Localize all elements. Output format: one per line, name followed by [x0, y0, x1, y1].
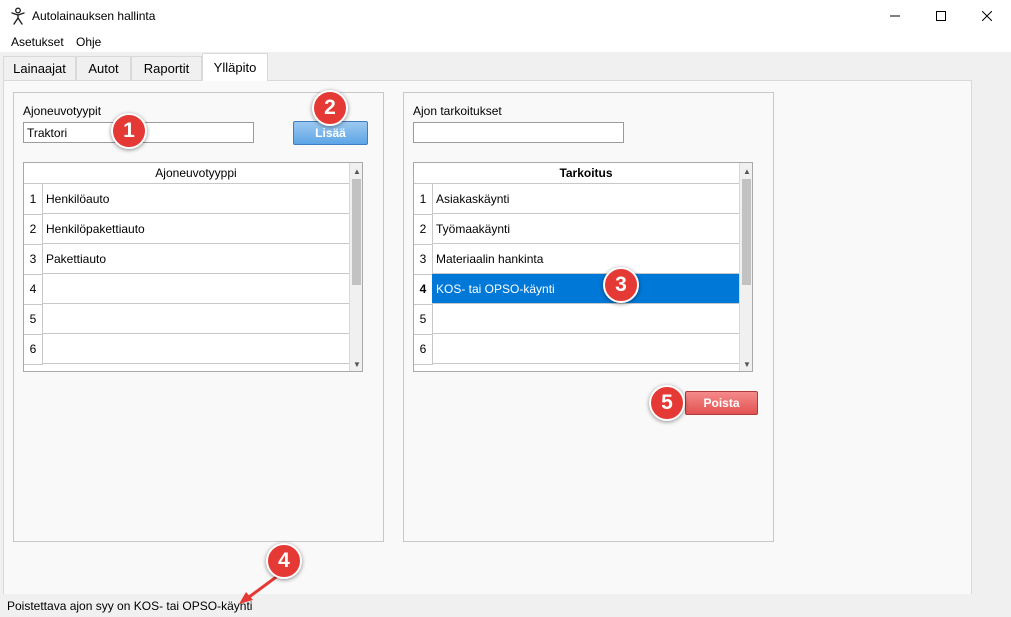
vertical-scrollbar[interactable]: ▲ ▼: [349, 163, 362, 371]
annotation-marker-4: 4: [266, 543, 302, 579]
minimize-button[interactable]: [872, 0, 918, 32]
row-number: 5: [414, 304, 433, 335]
grid-column-header[interactable]: Tarkoitus: [432, 163, 740, 184]
table-row[interactable]: 2 Henkilöpakettiauto: [24, 214, 350, 245]
scroll-down-icon[interactable]: ▼: [740, 357, 752, 371]
row-number: 6: [414, 334, 433, 365]
table-row[interactable]: 1 Asiakaskäynti: [414, 184, 740, 215]
table-row[interactable]: 6: [414, 334, 740, 365]
remove-button[interactable]: Poista: [685, 391, 758, 415]
table-cell[interactable]: Materiaalin hankinta: [432, 244, 740, 274]
row-number: 4: [414, 274, 433, 305]
table-row[interactable]: 3 Materiaalin hankinta: [414, 244, 740, 275]
tab-cars[interactable]: Autot: [76, 56, 131, 80]
table-cell[interactable]: Henkilöpakettiauto: [42, 214, 350, 244]
table-row[interactable]: 4: [24, 274, 350, 305]
tab-reports[interactable]: Raportit: [131, 56, 202, 80]
trip-purpose-input[interactable]: [413, 122, 624, 143]
scroll-down-icon[interactable]: ▼: [350, 357, 362, 371]
annotation-marker-5: 5: [649, 385, 685, 421]
table-row[interactable]: 5: [414, 304, 740, 335]
window-title: Autolainauksen hallinta: [32, 9, 156, 23]
scroll-thumb[interactable]: [352, 179, 361, 285]
annotation-marker-2: 2: [312, 90, 348, 126]
row-number: 5: [24, 304, 43, 335]
row-number: 6: [24, 334, 43, 365]
close-button[interactable]: [964, 0, 1010, 32]
grid-column-header[interactable]: Ajoneuvotyyppi: [42, 163, 350, 184]
vehicle-types-label: Ajoneuvotyypit: [23, 104, 102, 118]
maximize-icon: [936, 11, 946, 21]
scroll-up-icon[interactable]: ▲: [740, 164, 752, 178]
row-number: 3: [414, 244, 433, 275]
table-cell[interactable]: Työmaakäynti: [432, 214, 740, 244]
table-cell[interactable]: Henkilöauto: [42, 184, 350, 214]
table-cell[interactable]: Asiakaskäynti: [432, 184, 740, 214]
vertical-scrollbar[interactable]: ▲ ▼: [739, 163, 752, 371]
table-cell[interactable]: [432, 304, 740, 334]
close-icon: [982, 11, 992, 21]
vehicle-types-grid: Ajoneuvotyyppi 1 Henkilöauto 2 Henkilöpa…: [23, 162, 363, 372]
annotation-marker-3: 3: [603, 267, 639, 303]
row-number: 1: [414, 184, 433, 215]
table-cell[interactable]: Pakettiauto: [42, 244, 350, 274]
minimize-icon: [890, 15, 900, 17]
scroll-thumb[interactable]: [742, 179, 751, 285]
tab-borrowers[interactable]: Lainaajat: [3, 56, 76, 80]
table-row[interactable]: 5: [24, 304, 350, 335]
row-number: 4: [24, 274, 43, 305]
table-row[interactable]: 6: [24, 334, 350, 365]
trip-purposes-grid: Tarkoitus 1 Asiakaskäynti 2 Työmaakäynti…: [413, 162, 753, 372]
table-row-selected[interactable]: 4 KOS- tai OPSO-käynti: [414, 274, 740, 305]
grid-corner: [414, 163, 433, 184]
menu-bar: [0, 32, 1011, 52]
menu-help[interactable]: Ohje: [76, 35, 101, 49]
table-row[interactable]: 2 Työmaakäynti: [414, 214, 740, 245]
annotation-marker-1: 1: [111, 113, 147, 149]
table-cell[interactable]: [42, 304, 350, 334]
table-cell[interactable]: [42, 334, 350, 364]
table-cell[interactable]: [42, 274, 350, 304]
menu-settings[interactable]: Asetukset: [11, 35, 64, 49]
row-number: 1: [24, 184, 43, 215]
trip-purposes-label: Ajon tarkoitukset: [413, 104, 502, 118]
table-row[interactable]: 1 Henkilöauto: [24, 184, 350, 215]
row-number: 2: [24, 214, 43, 245]
scroll-up-icon[interactable]: ▲: [350, 164, 362, 178]
tab-maintenance[interactable]: Ylläpito: [202, 53, 268, 81]
table-row[interactable]: 3 Pakettiauto: [24, 244, 350, 275]
status-text: Poistettava ajon syy on KOS- tai OPSO-kä…: [7, 599, 253, 613]
table-cell[interactable]: KOS- tai OPSO-käynti: [432, 274, 740, 304]
person-icon: [9, 7, 27, 25]
grid-corner: [24, 163, 43, 184]
maximize-button[interactable]: [918, 0, 964, 32]
row-number: 2: [414, 214, 433, 245]
row-number: 3: [24, 244, 43, 275]
table-cell[interactable]: [432, 334, 740, 364]
